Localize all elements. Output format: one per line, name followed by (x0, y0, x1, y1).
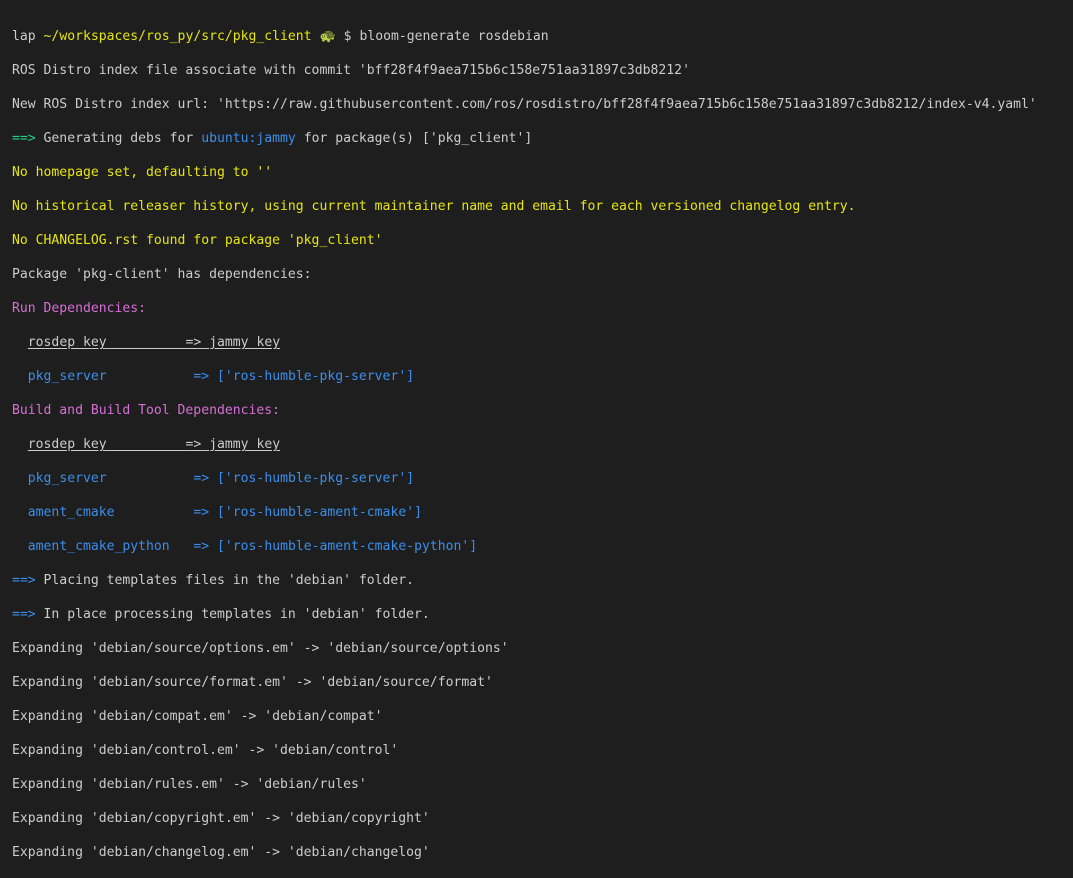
expand-line: Expanding 'debian/compat.em' -> 'debian/… (12, 709, 383, 724)
turtle-icon: 🐢 (319, 29, 336, 44)
dep-key: pkg_server (27, 369, 107, 384)
col-jammy-key: jammy key (209, 335, 281, 350)
build-deps-table-header: rosdep key => jammy key (12, 436, 1073, 453)
build-dep-row: ament_cmake_python => ['ros-humble-ament… (12, 538, 1073, 555)
arrow-marker: ==> (12, 131, 36, 146)
output-line-distro-commit: ROS Distro index file associate with com… (12, 63, 690, 78)
dep-key: ament_cmake_python (27, 539, 170, 554)
dep-value: ['ros-humble-pkg-server'] (217, 471, 415, 486)
col-rosdep-key: rosdep key (27, 437, 107, 452)
prompt-symbol: $ (343, 29, 352, 44)
prompt-line: lap ~/workspaces/ros_py/src/pkg_client 🐢… (12, 28, 1073, 45)
col-rosdep-key: rosdep key (27, 335, 107, 350)
prompt-user: lap (12, 29, 36, 44)
terminal-output[interactable]: lap ~/workspaces/ros_py/src/pkg_client 🐢… (0, 0, 1073, 860)
expand-line: Expanding 'debian/source/options.em' -> … (12, 641, 509, 656)
expand-line: Expanding 'debian/control.em' -> 'debian… (12, 743, 399, 758)
dep-arrow: => (193, 539, 210, 554)
build-dep-row: pkg_server => ['ros-humble-pkg-server'] (12, 470, 1073, 487)
run-dependencies-header: Run Dependencies: (12, 301, 147, 316)
warning-releaser-history: No historical releaser history, using cu… (12, 199, 856, 214)
run-dep-row: pkg_server => ['ros-humble-pkg-server'] (12, 368, 1073, 385)
dep-key: pkg_server (27, 471, 107, 486)
generating-text-b: for package(s) ['pkg_client'] (295, 131, 533, 146)
warning-changelog: No CHANGELOG.rst found for package 'pkg_… (12, 233, 383, 248)
arrow-marker: ==> (12, 607, 36, 622)
prompt-path: ~/workspaces/ros_py/src/pkg_client (43, 29, 312, 44)
run-deps-table-header: rosdep key => jammy key (12, 334, 1073, 351)
dep-key: ament_cmake (27, 505, 115, 520)
expand-line: Expanding 'debian/copyright.em' -> 'debi… (12, 811, 430, 826)
generating-text-a: Generating debs for (35, 131, 202, 146)
output-line-processing: ==> In place processing templates in 'de… (12, 606, 1073, 623)
dep-arrow: => (193, 471, 210, 486)
col-arrow: => (185, 335, 202, 350)
warning-homepage: No homepage set, defaulting to '' (12, 165, 273, 180)
dep-value: ['ros-humble-pkg-server'] (217, 369, 415, 384)
expand-line: Expanding 'debian/changelog.em' -> 'debi… (12, 845, 430, 860)
expand-line: Expanding 'debian/rules.em' -> 'debian/r… (12, 777, 367, 792)
build-dependencies-header: Build and Build Tool Dependencies: (12, 403, 281, 418)
prompt-command: bloom-generate rosdebian (359, 29, 549, 44)
expand-line: Expanding 'debian/source/format.em' -> '… (12, 675, 493, 690)
output-line-placing: ==> Placing templates files in the 'debi… (12, 572, 1073, 589)
col-jammy-key: jammy key (209, 437, 281, 452)
dep-arrow: => (193, 369, 210, 384)
arrow-marker: ==> (12, 573, 36, 588)
placing-text: Placing templates files in the 'debian' … (35, 573, 415, 588)
dep-arrow: => (193, 505, 210, 520)
dep-value: ['ros-humble-ament-cmake'] (217, 505, 422, 520)
processing-text: In place processing templates in 'debian… (35, 607, 430, 622)
distro-name: ubuntu:jammy (201, 131, 296, 146)
col-arrow: => (185, 437, 202, 452)
output-line-generating: ==> Generating debs for ubuntu:jammy for… (12, 130, 1073, 147)
build-dep-row: ament_cmake => ['ros-humble-ament-cmake'… (12, 504, 1073, 521)
output-line-dependencies: Package 'pkg-client' has dependencies: (12, 267, 312, 282)
dep-value: ['ros-humble-ament-cmake-python'] (217, 539, 478, 554)
output-line-distro-url: New ROS Distro index url: 'https://raw.g… (12, 97, 1037, 112)
